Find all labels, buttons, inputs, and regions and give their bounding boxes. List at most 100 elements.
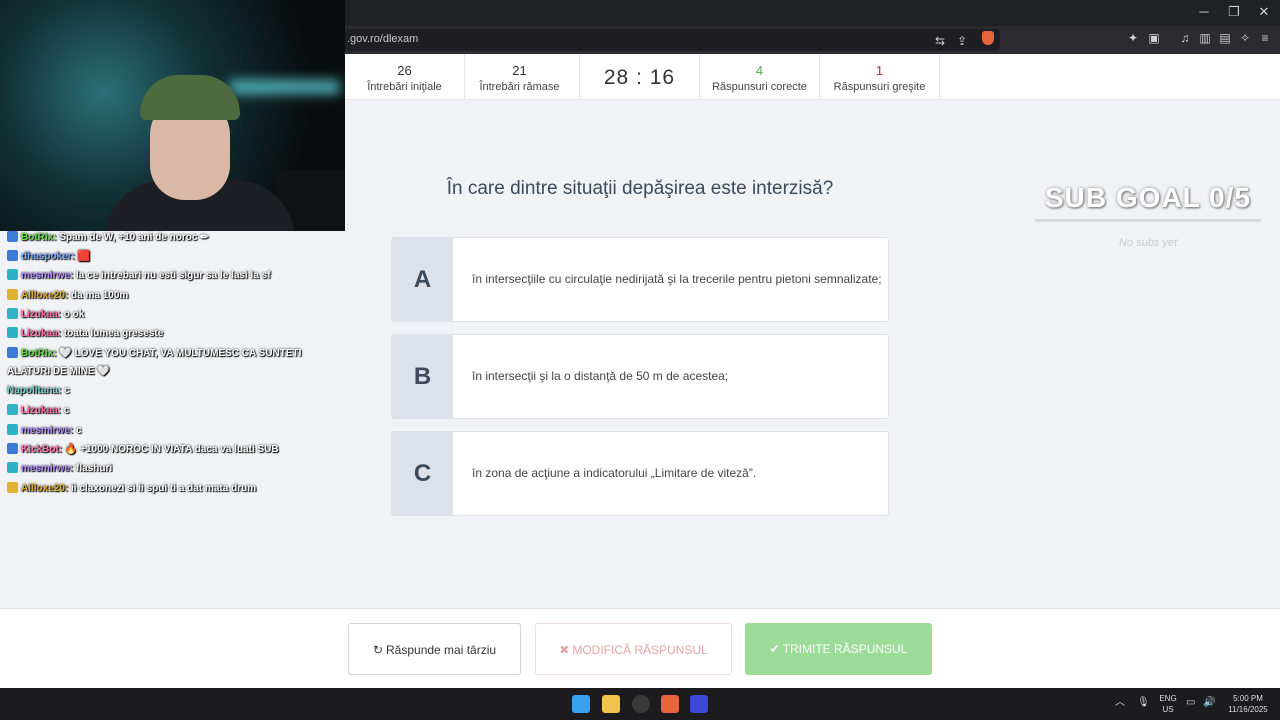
volume-icon[interactable]: 🔊 [1203,697,1215,708]
chat-username: dhaspoker: [21,251,75,262]
region-text: US [1162,705,1174,714]
stat-remaining-value: 21 [512,63,527,78]
url-text: .gov.ro/dlexam [347,33,419,45]
share-icon[interactable]: ⇪ [954,34,970,48]
timer: 28 : 16 [603,66,676,89]
stats-bar: 26 Întrebări iniţiale 21 Întrebări rămas… [345,54,1280,100]
action-bar: ↻ Răspunde mai târziu ✖ MODIFICĂ RĂSPUNSUL… [0,608,1280,688]
chat-text: ii claxonezi si ii spui ti a dat mata dr… [71,483,257,494]
chat-username: BotRix: [21,232,57,243]
answer-b-letter: B [392,335,453,418]
chat-text: o ok [63,309,85,320]
chat-message: BotRix: 🤍 LOVE YOU CHAT, VA MULTUMESC CA… [7,347,301,359]
answer-b[interactable]: B în intersecţii şi la o distanţă de 50 … [391,334,889,419]
extensions-icon[interactable]: ✦ [1125,31,1141,45]
stat-initial-label: Întrebări iniţiale [367,81,442,93]
chat-username: Allloxe20: [21,290,69,301]
brave-shield-icon[interactable] [982,31,994,45]
chat-text: c [63,405,70,416]
chat-username: Napolitana: [7,385,62,396]
chat-badge-icon [7,443,18,454]
answer-a-letter: A [392,238,453,321]
stat-wrong-label: Răspunsuri greşite [833,81,926,93]
app-icon[interactable] [690,695,708,713]
restore-button[interactable]: ❐ [1224,4,1244,20]
brave-icon[interactable] [661,695,679,713]
wallet-icon[interactable]: ▣ [1146,31,1162,45]
chat-message: mesmirwe: c [7,424,82,436]
chat-message: ALATURI DE MINE 🤍 [7,366,110,377]
chat-badge-icon [7,327,18,338]
chat-text: c [76,425,82,436]
minimize-button[interactable]: ─ [1194,4,1214,19]
chat-badge-icon [7,250,18,261]
stat-timer: 28 : 16 [580,54,700,100]
chat-message: mesmirwe: la ce intrebari nu esti sigur … [7,269,271,281]
modify-answer-button[interactable]: ✖ MODIFICĂ RĂSPUNSUL [535,623,732,675]
times-circle-icon: ✖ [559,643,570,657]
chat-text: la ce intrebari nu esti sigur sa le lasi… [76,270,271,281]
chat-message: Lizukaa: o ok [7,308,84,320]
question-text: În care dintre situaţii depăşirea este i… [446,178,834,199]
language-indicator[interactable]: ENG US [1158,693,1178,715]
chat-text: da ma 100m [71,290,129,301]
chat-message: Napolitana: c [7,385,70,396]
lang-text: ENG [1159,694,1177,703]
chat-username: Allloxe20: [21,483,69,494]
chat-badge-icon [7,231,18,242]
wallet-2-icon[interactable]: ▤ [1217,31,1233,45]
time-text: 5:00 PM [1233,694,1263,703]
menu-icon[interactable]: ≡ [1257,31,1273,45]
chat-message: Lizukaa: c [7,404,69,416]
answer-c[interactable]: C în zona de acţiune a indicatorului „Li… [391,431,889,516]
clock[interactable]: 5:00 PM 11/16/2025 [1222,693,1274,715]
chat-text: c [64,385,70,396]
chat-text: 🤍 LOVE YOU CHAT, VA MULTUMESC CA SUNTETI [59,348,302,359]
sidebar-icon[interactable]: ▥ [1197,31,1213,45]
chat-message: BotRix: Spam de W, +10 ani de noroc ✏ [7,231,209,243]
streamer-hat [140,75,240,120]
network-icon[interactable]: ▭ [1186,697,1195,708]
close-button[interactable]: ✕ [1254,4,1274,20]
file-explorer-icon[interactable] [602,695,620,713]
chat-message: Allloxe20: da ma 100m [7,289,128,301]
refresh-icon: ↻ [372,643,383,657]
sub-goal-overlay: SUB GOAL 0/5 [1045,182,1251,213]
chat-username: KickBot: [21,444,63,455]
chat-text: Spam de W, +10 ani de noroc ✏ [59,232,209,243]
chat-message: Allloxe20: ii claxonezi si ii spui ti a … [7,482,256,494]
sub-goal-progress-bar [1035,219,1261,222]
answer-later-button[interactable]: ↻ Răspunde mai târziu [348,623,521,675]
chat-badge-icon [7,347,18,358]
chat-text: ALATURI DE MINE 🤍 [7,366,110,377]
tray-chevron-icon[interactable]: ︿ [1115,697,1125,708]
answer-later-label: Răspunde mai târziu [386,643,497,657]
music-icon[interactable]: ♫ [1177,31,1193,45]
url-field[interactable]: .gov.ro/dlexam ⇆ ⇪ [345,29,1000,51]
date-text: 11/16/2025 [1228,705,1268,714]
chat-text: toata lumea greseste [63,328,164,339]
obs-icon[interactable] [632,695,650,713]
leo-icon[interactable]: ✧ [1237,31,1253,45]
submit-answer-label: TRIMITE RĂSPUNSUL [782,642,908,656]
stat-remaining-label: Întrebări rămase [479,81,560,93]
translate-icon[interactable]: ⇆ [932,34,948,48]
modify-answer-label: MODIFICĂ RĂSPUNSUL [572,643,708,657]
answer-a[interactable]: A în intersecţiile cu circulaţie nedirij… [391,237,889,322]
stat-wrong-value: 1 [875,63,884,78]
stat-initial-value: 26 [397,63,412,78]
chat-username: Lizukaa: [21,328,62,339]
no-subs-text: No subs yet [1118,237,1178,249]
chat-username: BotRix: [21,348,57,359]
chat-username: mesmirwe: [21,463,74,474]
stat-correct-value: 4 [755,63,764,78]
windows-start-icon[interactable] [572,695,590,713]
microphone-icon[interactable]: 🎙 [1137,697,1150,708]
stat-initial: 26 Întrebări iniţiale [345,54,465,100]
chat-username: Lizukaa: [21,309,62,320]
submit-answer-button[interactable]: ✔ TRIMITE RĂSPUNSUL [745,623,932,675]
chat-text: 🟥 [77,251,91,262]
chat-badge-icon [7,404,18,415]
chat-message: Lizukaa: toata lumea greseste [7,327,163,339]
chat-badge-icon [7,482,18,493]
